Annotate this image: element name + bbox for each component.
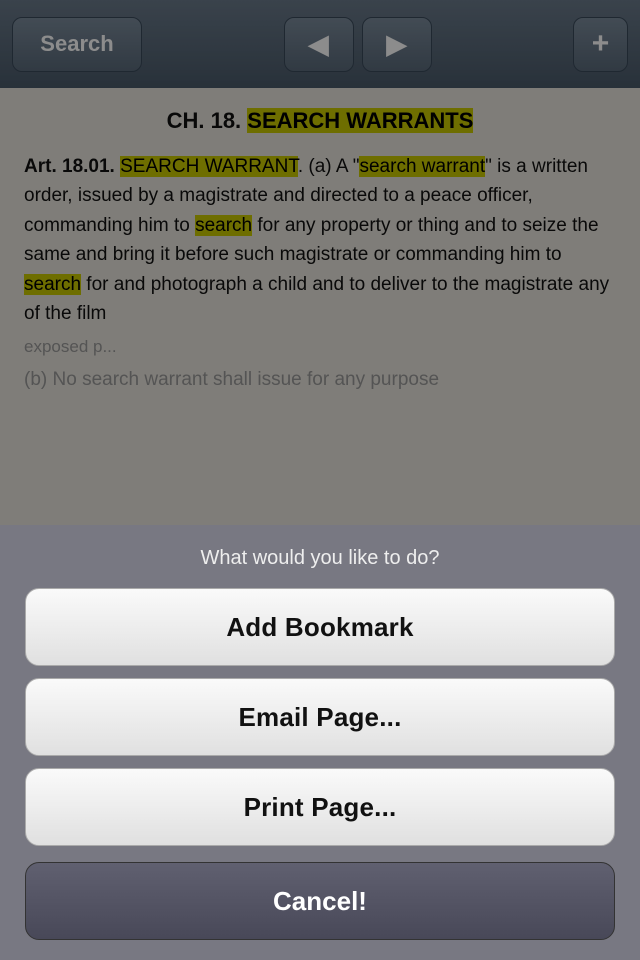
overlay: What would you like to do? Add Bookmark … [0, 0, 640, 960]
print-page-button[interactable]: Print Page... [25, 768, 615, 846]
action-sheet-title: What would you like to do? [0, 525, 640, 588]
add-bookmark-label: Add Bookmark [226, 612, 413, 643]
action-sheet: What would you like to do? Add Bookmark … [0, 525, 640, 960]
add-bookmark-button[interactable]: Add Bookmark [25, 588, 615, 666]
cancel-button[interactable]: Cancel! [25, 862, 615, 940]
print-page-label: Print Page... [244, 792, 397, 823]
email-page-label: Email Page... [238, 702, 401, 733]
email-page-button[interactable]: Email Page... [25, 678, 615, 756]
cancel-label: Cancel! [273, 886, 367, 917]
